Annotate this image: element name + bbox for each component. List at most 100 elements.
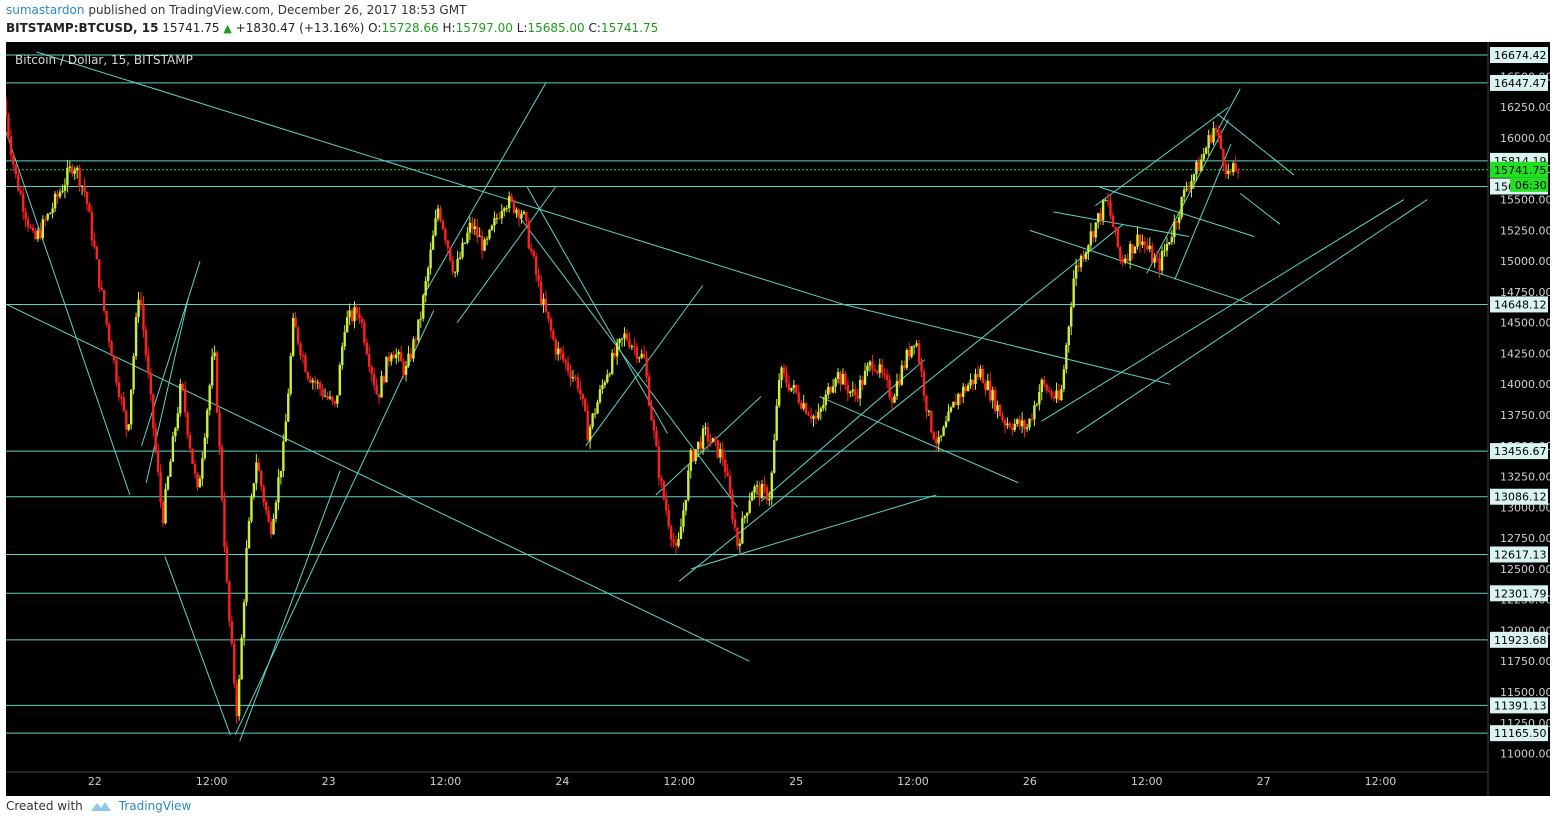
- candle-down: [223, 499, 226, 548]
- candle-down: [981, 368, 985, 384]
- candle-down: [908, 349, 911, 357]
- footer: Created with TradingView: [6, 799, 191, 813]
- candle-down: [731, 494, 734, 520]
- candle-up: [395, 354, 398, 359]
- candle-up: [250, 496, 253, 522]
- candle-down: [26, 219, 30, 227]
- candle-up: [868, 361, 872, 366]
- high-label: H:: [442, 21, 456, 35]
- candle-down: [331, 396, 334, 401]
- candle-up: [1200, 159, 1203, 172]
- candle-down: [976, 374, 980, 378]
- candle-up: [1212, 128, 1215, 143]
- candle-down: [782, 367, 786, 374]
- candle-down: [1116, 228, 1120, 248]
- candle-up: [606, 374, 609, 383]
- candle-down: [917, 343, 921, 364]
- candle-up: [944, 421, 948, 428]
- candle-down: [628, 339, 631, 348]
- candle-down: [498, 218, 501, 220]
- candle-up: [237, 679, 241, 717]
- candle-down: [844, 374, 847, 386]
- candle-down: [225, 547, 229, 582]
- candle-down: [102, 290, 106, 312]
- candle-up: [247, 521, 251, 549]
- candle-up: [328, 396, 332, 399]
- price-axis: 11000.0011250.0011500.0011750.0012000.00…: [1487, 42, 1553, 796]
- candle-down: [854, 389, 857, 396]
- candle-up: [780, 367, 783, 381]
- candle-up: [272, 518, 275, 535]
- chart-title: Bitcoin / Dollar, 15, BITSTAMP: [15, 53, 193, 67]
- candle-down: [935, 439, 938, 444]
- candle-up: [777, 380, 781, 406]
- candle-up: [1055, 390, 1058, 399]
- candle-up: [696, 441, 700, 450]
- candle-up: [323, 395, 327, 397]
- candle-down: [446, 240, 449, 248]
- y-tick-label: 14250.00: [1500, 347, 1550, 360]
- candle-down: [800, 402, 803, 409]
- candle-down: [299, 343, 302, 356]
- candle-up: [812, 416, 815, 419]
- level-price-label: 13456.67: [1494, 445, 1547, 458]
- candle-up: [1094, 222, 1097, 238]
- candle-down: [1092, 231, 1095, 238]
- candle-down: [368, 354, 371, 367]
- chart-area[interactable]: 11000.00 11250.00 11500.00 11750.00 12000.00…: [4, 42, 1553, 796]
- candle-down: [88, 204, 91, 213]
- candle-down: [723, 459, 727, 473]
- candle-down: [181, 383, 184, 389]
- candle-down: [220, 446, 224, 500]
- candle-up: [719, 449, 722, 458]
- candle-up: [515, 209, 518, 213]
- y-tick-label: 11000.00: [1500, 748, 1550, 761]
- candle-down: [142, 304, 145, 330]
- level-price-label: 13086.12: [1494, 491, 1547, 504]
- candle-up: [213, 352, 216, 357]
- y-tick-label: 11500.00: [1500, 686, 1550, 699]
- candle-up: [974, 374, 977, 385]
- candle-up: [836, 372, 840, 379]
- candle-down: [539, 281, 543, 305]
- x-tick-label: 27: [1257, 775, 1271, 788]
- candle-up: [986, 380, 989, 390]
- candle-up: [760, 483, 764, 499]
- candle-down: [1236, 171, 1240, 173]
- candle-up: [338, 365, 342, 396]
- candle-up: [345, 317, 349, 333]
- tradingview-link[interactable]: TradingView: [119, 799, 192, 813]
- candle-up: [456, 258, 459, 272]
- candle-up: [952, 401, 955, 408]
- x-tick-label: 26: [1023, 775, 1037, 788]
- candle-up: [53, 193, 57, 209]
- candle-up: [542, 298, 545, 305]
- candle-down: [1057, 390, 1061, 401]
- candle-up: [493, 218, 496, 226]
- candle-down: [326, 395, 329, 399]
- candle-down: [1119, 247, 1122, 259]
- candle-up: [910, 346, 913, 357]
- x-tick-label: 22: [88, 775, 102, 788]
- candle-down: [358, 313, 361, 319]
- candle-down: [576, 377, 580, 389]
- trend-lines: [5, 51, 1428, 742]
- candle-down: [314, 380, 317, 383]
- candle-up: [746, 512, 749, 517]
- candle-down: [998, 404, 1002, 417]
- candle-down: [149, 373, 153, 395]
- candle-down: [39, 230, 42, 238]
- candle-up: [505, 208, 508, 210]
- price-chart[interactable]: 11000.0011250.0011500.0011750.0012000.00…: [4, 42, 1553, 796]
- author-link[interactable]: sumastardon: [6, 3, 85, 17]
- candle-up: [1020, 420, 1024, 427]
- level-price-label: 11391.13: [1494, 699, 1547, 712]
- candle-down: [19, 190, 22, 194]
- candle-up: [996, 404, 999, 412]
- candle-down: [552, 330, 555, 340]
- candle-down: [1126, 258, 1129, 261]
- candle-down: [1082, 255, 1085, 259]
- candle-up: [822, 405, 825, 409]
- candle-down: [370, 366, 373, 374]
- candle-up: [601, 385, 604, 390]
